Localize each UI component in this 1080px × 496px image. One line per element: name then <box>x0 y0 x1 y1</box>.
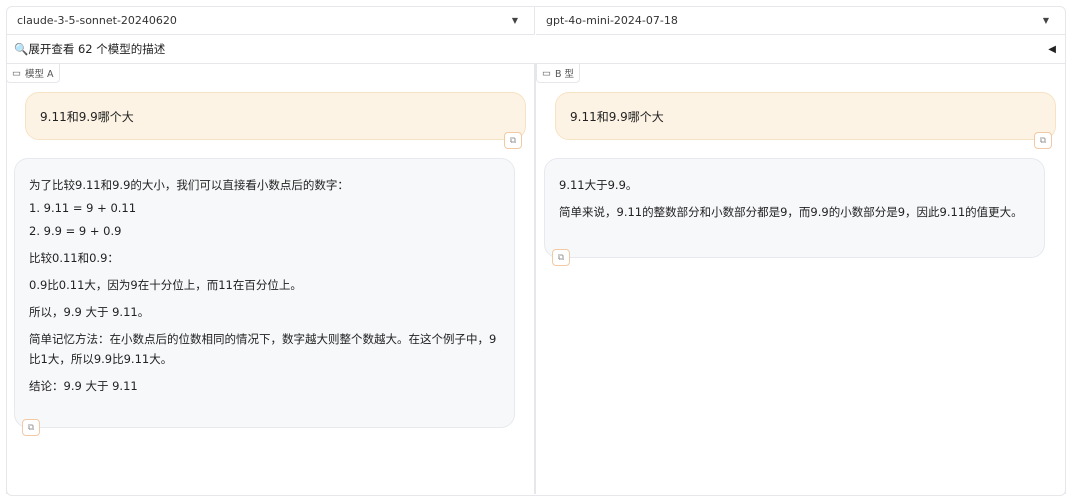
panel-a-label-text: 模型 A <box>24 69 54 80</box>
panel-a-label: ▭ 模型 A <box>6 64 60 83</box>
model-b-select[interactable]: gpt-4o-mini-2024-07-18 ▼ <box>536 6 1065 35</box>
model-descriptions-accordion[interactable]: 🔍 展开查看 62 个模型的描述 ◀ <box>6 35 1066 64</box>
collapse-triangle-icon: ◀ <box>1048 43 1056 55</box>
copy-icon[interactable]: ⧉ <box>1034 132 1052 149</box>
search-icon: 🔍 <box>14 42 29 56</box>
copy-icon[interactable]: ⧉ <box>552 249 570 266</box>
paragraph: 比较0.11和0.9： <box>29 251 119 265</box>
panel-b-label: ▭ B 型 <box>536 64 581 83</box>
copy-icon[interactable]: ⧉ <box>504 132 522 149</box>
model-b-value: gpt-4o-mini-2024-07-18 <box>546 13 678 27</box>
paragraph: 9.11大于9.9。 <box>559 178 638 192</box>
accordion-label: 展开查看 62 个模型的描述 <box>28 42 166 56</box>
bot-message-b: 9.11大于9.9。 简单来说，9.11的整数部分和小数部分都是9，而9.9的小… <box>544 158 1045 258</box>
copy-icon[interactable]: ⧉ <box>22 419 40 436</box>
model-a-value: claude-3-5-sonnet-20240620 <box>17 13 177 27</box>
user-message-text: 9.11和9.9哪个大 <box>570 109 664 124</box>
chat-icon: ▭ <box>542 67 551 79</box>
user-message-text: 9.11和9.9哪个大 <box>40 109 134 124</box>
list-item: 2. 9.9 = 9 + 0.9 <box>29 224 122 238</box>
paragraph: 简单来说，9.11的整数部分和小数部分都是9，而9.9的小数部分是9，因此9.1… <box>559 205 1023 219</box>
chevron-down-icon: ▼ <box>1042 15 1049 25</box>
user-message-b: 9.11和9.9哪个大 <box>555 92 1056 140</box>
chat-icon: ▭ <box>12 67 21 79</box>
paragraph: 为了比较9.11和9.9的大小，我们可以直接看小数点后的数字： <box>29 178 349 192</box>
paragraph: 0.9比0.11大，因为9在十分位上，而11在百分位上。 <box>29 278 302 292</box>
user-message-a: 9.11和9.9哪个大 <box>25 92 526 140</box>
paragraph: 所以，9.9 大于 9.11。 <box>29 305 150 319</box>
bot-message-a: 为了比较9.11和9.9的大小，我们可以直接看小数点后的数字： 1. 9.11 … <box>14 158 515 428</box>
chevron-down-icon: ▼ <box>511 15 518 25</box>
paragraph: 结论：9.9 大于 9.11 <box>29 379 138 393</box>
paragraph: 简单记忆方法：在小数点后的位数相同的情况下，数字越大则整个数越大。在这个例子中，… <box>29 332 497 366</box>
panel-b-label-text: B 型 <box>554 69 575 80</box>
model-a-select[interactable]: claude-3-5-sonnet-20240620 ▼ <box>7 6 535 35</box>
list-item: 1. 9.11 = 9 + 0.11 <box>29 201 137 215</box>
